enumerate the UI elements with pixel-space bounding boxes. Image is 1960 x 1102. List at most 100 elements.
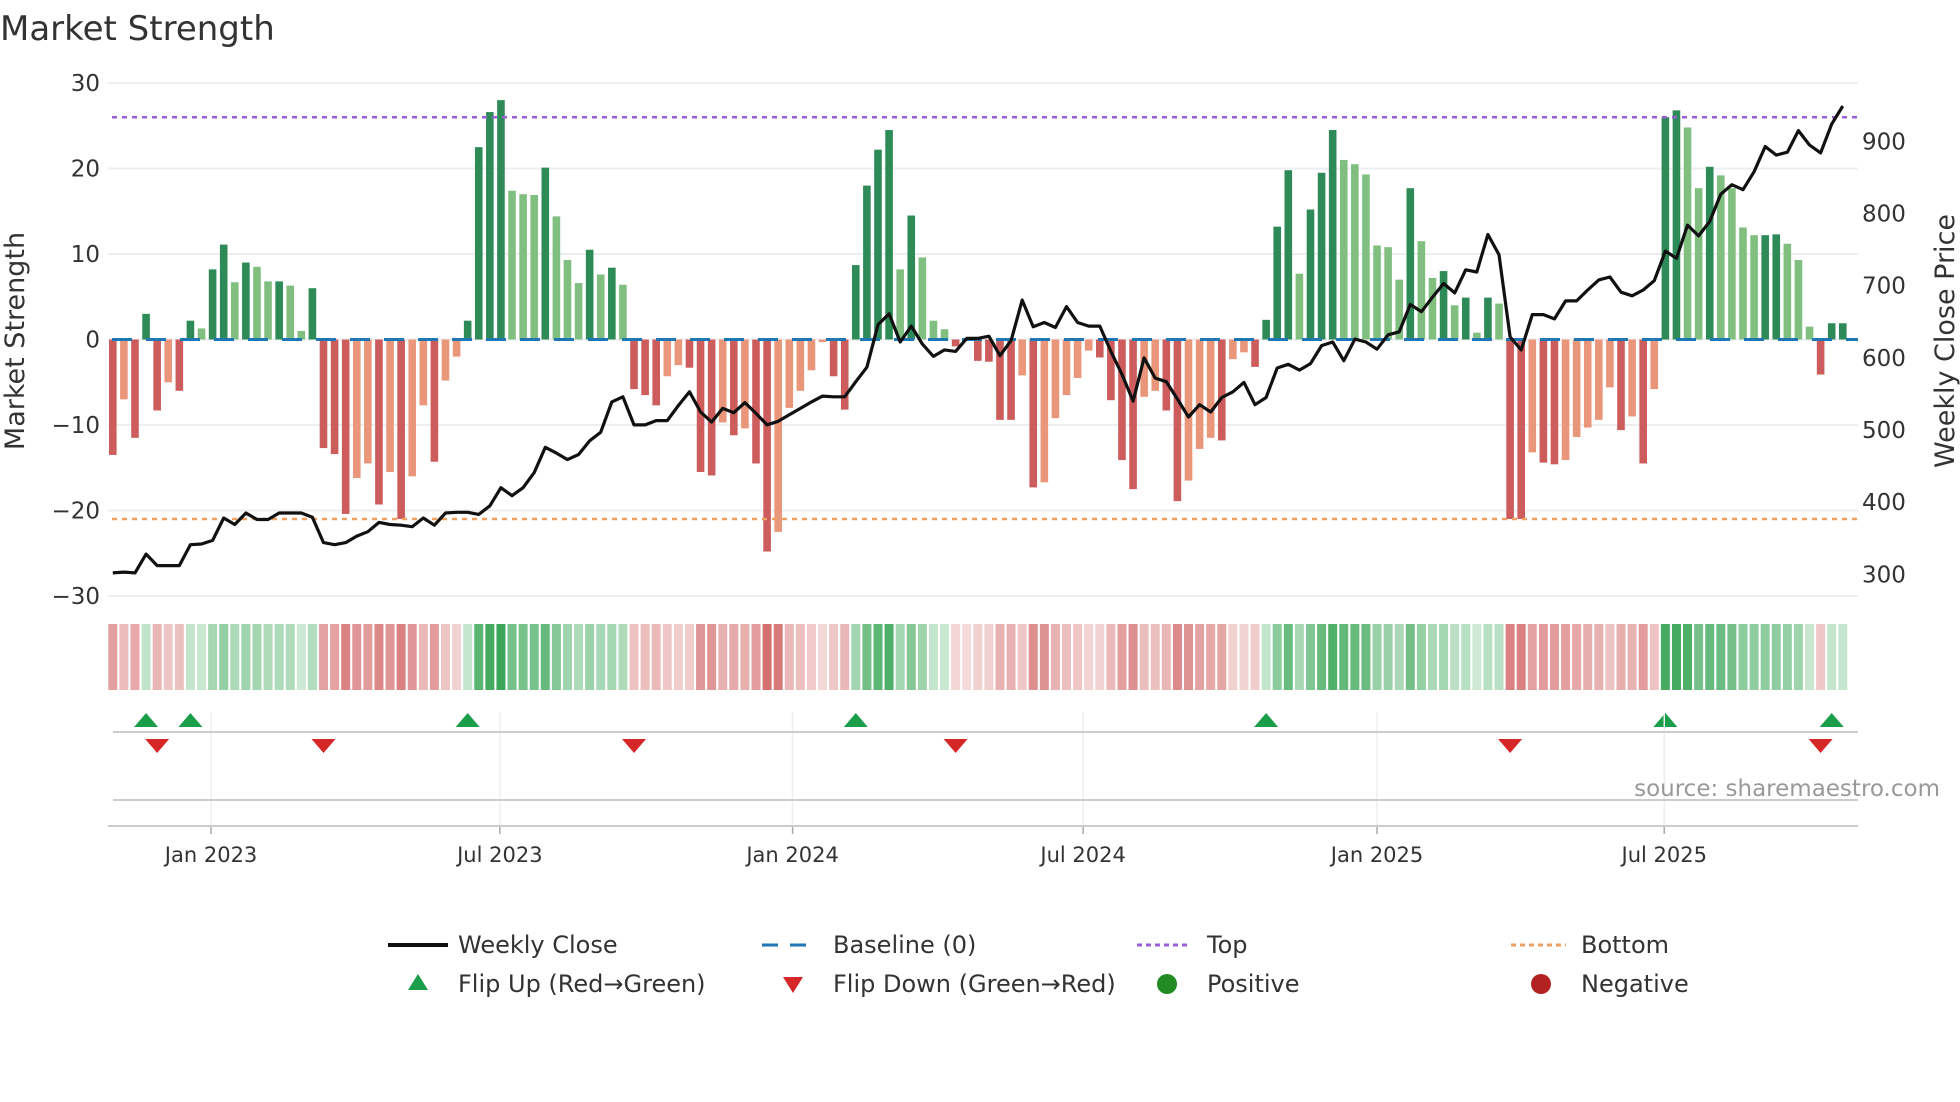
strip-cell: [1283, 624, 1293, 690]
strength-bar: [574, 283, 583, 340]
strip-cell: [1006, 624, 1016, 690]
x-tick-label: Jul 2023: [455, 843, 542, 867]
strip-cell: [163, 624, 173, 690]
strength-bar: [674, 339, 683, 366]
strip-cell: [440, 624, 450, 690]
strip-cell: [1450, 624, 1460, 690]
strip-cell: [119, 624, 129, 690]
strength-bar: [1827, 323, 1836, 340]
strength-bar: [364, 339, 372, 464]
strip-cell: [940, 624, 950, 690]
strip-cell: [507, 624, 517, 690]
strip-cell: [1028, 624, 1038, 690]
reference-lines: [112, 115, 1858, 521]
strip-cell: [1416, 624, 1426, 690]
strength-bar: [197, 328, 206, 340]
strip-cell: [374, 624, 384, 690]
strength-bar: [1839, 323, 1847, 340]
strip-cell: [1106, 624, 1116, 690]
strip-cell: [1161, 624, 1171, 690]
strip-cell: [296, 624, 306, 690]
right-axis-ticks: 900 800 700 600 500 400 300: [1862, 129, 1906, 588]
strip-cell: [407, 624, 417, 690]
strip-cell: [252, 624, 262, 690]
strength-bar: [1783, 243, 1792, 340]
strip-cell: [230, 624, 240, 690]
strength-bar: [1062, 339, 1071, 396]
strip-cell: [1017, 624, 1027, 690]
strip-cell: [1427, 624, 1437, 690]
strip-cell: [884, 624, 894, 690]
strength-bar: [1739, 227, 1747, 340]
strength-bar: [275, 281, 283, 340]
strength-bar: [907, 215, 916, 340]
strip-cell: [762, 624, 772, 690]
strip-cell: [1705, 624, 1715, 690]
legend-label-bottom: Bottom: [1581, 931, 1669, 959]
y2-axis-label: Weekly Close Price: [1930, 214, 1960, 468]
legend-label-baseline: Baseline (0): [833, 931, 976, 959]
strength-bar: [530, 195, 539, 340]
strip-cell: [1228, 624, 1238, 690]
strength-bar: [1750, 235, 1758, 340]
strength-bar: [1029, 339, 1038, 488]
strength-bar: [730, 339, 738, 436]
strength-bar: [430, 339, 439, 462]
y2-tick-label: 800: [1862, 202, 1906, 228]
strength-bar: [186, 320, 195, 340]
strip-cell: [241, 624, 251, 690]
strength-bar: [1306, 209, 1315, 340]
strip-cell: [152, 624, 162, 690]
strip-cell: [1272, 624, 1282, 690]
strip-cell: [1339, 624, 1349, 690]
legend-label-weekly-close: Weekly Close: [458, 931, 618, 959]
strip-cell: [540, 624, 550, 690]
strip-cell: [352, 624, 362, 690]
strip-cell: [784, 624, 794, 690]
strength-bar: [929, 320, 938, 340]
strength-bar: [1173, 339, 1182, 502]
strip-cell: [1594, 624, 1604, 690]
strength-bar: [619, 284, 627, 340]
strength-bar: [408, 339, 417, 477]
strength-bar: [486, 112, 494, 340]
strength-bar: [375, 339, 383, 505]
strength-bar: [1095, 339, 1104, 358]
strip-cell: [1694, 624, 1704, 690]
y2-tick-label: 700: [1862, 274, 1906, 300]
strip-cell: [585, 624, 595, 690]
strength-bar: [1384, 247, 1392, 340]
strip-cell: [219, 624, 229, 690]
strip-cell: [1117, 624, 1127, 690]
strip-cell: [1538, 624, 1548, 690]
strip-cell: [474, 624, 484, 690]
strip-cell: [1727, 624, 1737, 690]
strip-cell: [529, 624, 539, 690]
strip-cell: [1084, 624, 1094, 690]
strip-cell: [1572, 624, 1582, 690]
x-tick-label: Jul 2024: [1038, 843, 1125, 867]
strength-bar: [1428, 277, 1437, 340]
flip-down-icon: [943, 739, 968, 753]
flip-down-icon: [1498, 739, 1523, 753]
legend-flip-up-icon: [408, 974, 428, 990]
strip-cell: [1128, 624, 1138, 690]
strip-cell: [1771, 624, 1781, 690]
strip-cell: [1461, 624, 1471, 690]
x-tick-label: Jan 2025: [1329, 843, 1424, 867]
strip-cell: [1217, 624, 1227, 690]
strength-bar: [1506, 339, 1514, 520]
strip-cell: [1816, 624, 1826, 690]
strength-bar: [230, 282, 239, 340]
strength-bar: [1439, 271, 1448, 340]
strength-bar: [874, 149, 882, 340]
strip-cell: [895, 624, 905, 690]
strip-cell: [651, 624, 661, 690]
legend-label-flip-up: Flip Up (Red→Green): [458, 970, 706, 998]
strength-bar: [1351, 164, 1359, 340]
strength-bar: [1262, 319, 1270, 340]
strip-cell: [1671, 624, 1681, 690]
y2-tick-label: 400: [1862, 490, 1906, 516]
strength-bar: [1162, 339, 1171, 411]
strip-cell: [951, 624, 961, 690]
